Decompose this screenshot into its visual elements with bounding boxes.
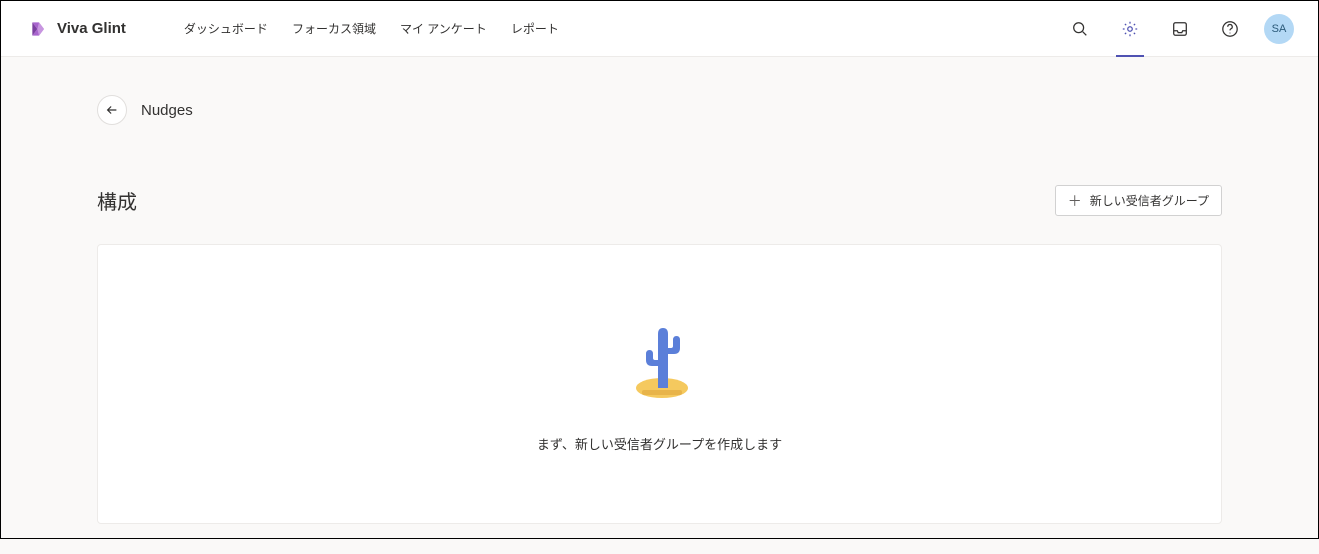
brand-name: Viva Glint bbox=[57, 20, 126, 37]
brand[interactable]: Viva Glint bbox=[29, 19, 126, 39]
new-recipient-group-button[interactable]: ＋ 新しい受信者グループ bbox=[1055, 185, 1222, 216]
gear-icon bbox=[1121, 20, 1139, 38]
inbox-button[interactable] bbox=[1164, 13, 1196, 45]
empty-state-card: まず、新しい受信者グループを作成します bbox=[97, 244, 1222, 524]
main-content: Nudges 構成 ＋ 新しい受信者グループ まず、新しい受信者グループを作成し… bbox=[1, 57, 1318, 554]
arrow-left-icon bbox=[105, 103, 119, 117]
settings-button[interactable] bbox=[1114, 13, 1146, 45]
top-navigation: Viva Glint ダッシュボード フォーカス領域 マイ アンケート レポート bbox=[1, 1, 1318, 57]
nav-right: SA bbox=[1064, 13, 1294, 45]
cactus-illustration-icon bbox=[620, 316, 700, 406]
nav-report[interactable]: レポート bbox=[511, 20, 559, 37]
empty-state-message: まず、新しい受信者グループを作成します bbox=[537, 434, 782, 453]
section-header: 構成 ＋ 新しい受信者グループ bbox=[97, 185, 1222, 216]
section-title: 構成 bbox=[97, 186, 137, 215]
user-avatar[interactable]: SA bbox=[1264, 14, 1294, 44]
inbox-icon bbox=[1171, 20, 1189, 38]
nav-my-survey[interactable]: マイ アンケート bbox=[400, 20, 487, 37]
search-button[interactable] bbox=[1064, 13, 1096, 45]
search-icon bbox=[1071, 20, 1089, 38]
plus-icon: ＋ bbox=[1068, 194, 1082, 208]
back-button[interactable] bbox=[97, 95, 127, 125]
help-button[interactable] bbox=[1214, 13, 1246, 45]
new-group-label: 新しい受信者グループ bbox=[1090, 192, 1209, 209]
page-title: Nudges bbox=[141, 102, 193, 119]
nav-links: ダッシュボード フォーカス領域 マイ アンケート レポート bbox=[184, 20, 559, 37]
nav-dashboard[interactable]: ダッシュボード bbox=[184, 20, 268, 37]
viva-glint-logo-icon bbox=[29, 19, 49, 39]
help-icon bbox=[1221, 20, 1239, 38]
nav-focus-area[interactable]: フォーカス領域 bbox=[292, 20, 376, 37]
breadcrumb: Nudges bbox=[97, 95, 1222, 125]
